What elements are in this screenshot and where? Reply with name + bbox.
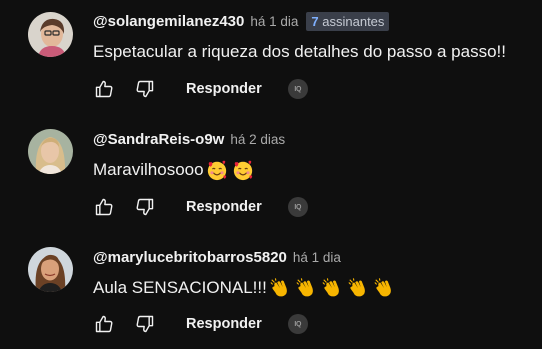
author-name[interactable]: @solangemilanez430 xyxy=(93,13,244,30)
avatar[interactable] xyxy=(28,12,73,57)
dislike-button[interactable] xyxy=(134,196,156,218)
comment-body: Maravilhosooo xyxy=(93,160,204,179)
avatar[interactable] xyxy=(28,129,73,174)
author-name[interactable]: @marylucebritobarros5820 xyxy=(93,249,287,266)
reply-button[interactable]: Responder xyxy=(186,316,262,332)
comment-time[interactable]: há 1 dia xyxy=(250,14,298,29)
comment-text: Espetacular a riqueza dos detalhes do pa… xyxy=(93,40,506,64)
clapping-hands-emoji xyxy=(322,278,339,297)
comment-item: @marylucebritobarros5820 há 1 dia Aula S… xyxy=(0,236,542,349)
subscriber-badge: 7 assinantes xyxy=(306,11,390,31)
comment-item: @SandraReis-o9w há 2 dias Maravilhosooo xyxy=(0,118,542,233)
clapping-hands-emoji xyxy=(374,278,391,297)
thumbs-up-icon xyxy=(95,198,113,216)
dislike-button[interactable] xyxy=(134,78,156,100)
reply-button[interactable]: Responder xyxy=(186,199,262,215)
thumbs-down-icon xyxy=(136,315,154,333)
comment-header: @marylucebritobarros5820 há 1 dia xyxy=(93,247,341,267)
thumbs-up-icon xyxy=(95,80,113,98)
badge-label: assinantes xyxy=(322,13,385,29)
comment-header: @SandraReis-o9w há 2 dias xyxy=(93,129,285,149)
clapping-hands-emoji xyxy=(270,278,287,297)
comments-section: @solangemilanez430 há 1 dia 7 assinantes… xyxy=(0,0,542,349)
iq-extension-icon[interactable]: IQ xyxy=(287,197,308,217)
comment-header: @solangemilanez430 há 1 dia 7 assinantes xyxy=(93,11,390,31)
smiling-face-with-hearts-emoji xyxy=(233,160,252,181)
thumbs-up-icon xyxy=(95,315,113,333)
comment-body: Aula SENSACIONAL!!! xyxy=(93,278,267,297)
comment-actions: Responder IQ xyxy=(93,77,308,101)
avatar[interactable] xyxy=(28,247,73,292)
comment-text: Maravilhosooo xyxy=(93,158,254,182)
comment-actions: Responder IQ xyxy=(93,195,308,219)
smiling-face-with-hearts-emoji xyxy=(207,160,226,181)
badge-count: 7 xyxy=(311,13,319,29)
thumbs-down-icon xyxy=(136,80,154,98)
comment-text: Aula SENSACIONAL!!! xyxy=(93,276,395,300)
clapping-hands-emoji xyxy=(348,278,365,297)
iq-extension-icon[interactable]: IQ xyxy=(287,79,308,99)
comment-time[interactable]: há 2 dias xyxy=(230,132,285,147)
thumbs-down-icon xyxy=(136,198,154,216)
comment-item: @solangemilanez430 há 1 dia 7 assinantes… xyxy=(0,0,542,115)
reply-button[interactable]: Responder xyxy=(186,81,262,97)
clapping-hands-emoji xyxy=(296,278,313,297)
iq-extension-icon[interactable]: IQ xyxy=(287,314,308,334)
like-button[interactable] xyxy=(93,78,115,100)
comment-body: Espetacular a riqueza dos detalhes do pa… xyxy=(93,42,506,61)
like-button[interactable] xyxy=(93,196,115,218)
comment-actions: Responder IQ xyxy=(93,312,308,336)
author-name[interactable]: @SandraReis-o9w xyxy=(93,131,224,148)
comment-time[interactable]: há 1 dia xyxy=(293,250,341,265)
like-button[interactable] xyxy=(93,313,115,335)
dislike-button[interactable] xyxy=(134,313,156,335)
